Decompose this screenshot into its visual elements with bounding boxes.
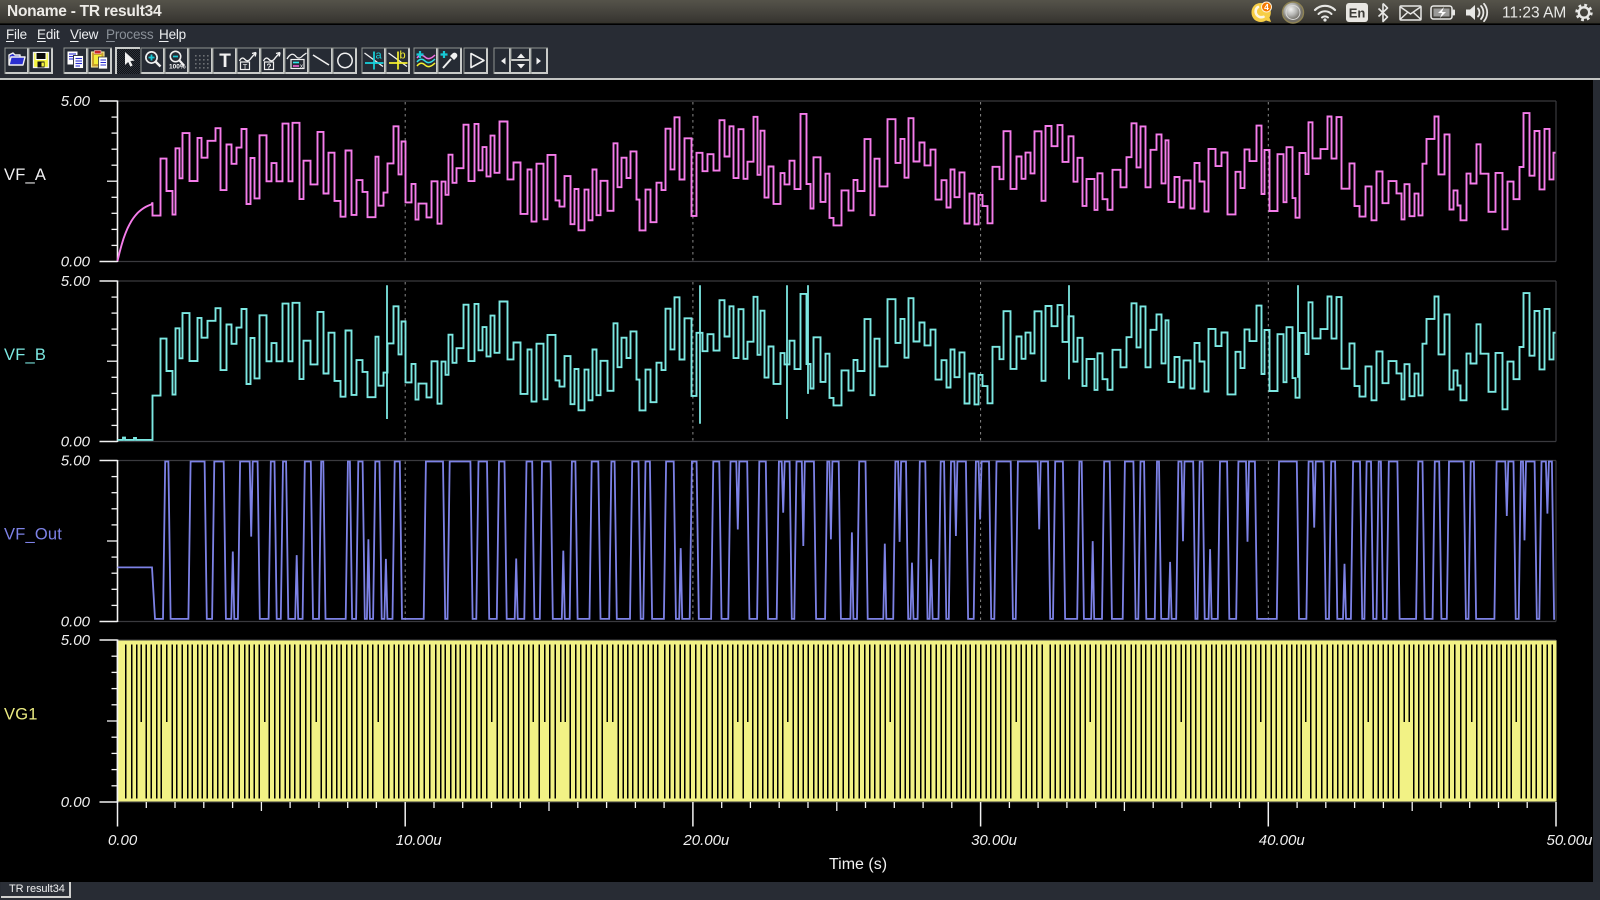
svg-text:5.00: 5.00 bbox=[61, 93, 91, 110]
svg-text:5.00: 5.00 bbox=[61, 453, 91, 470]
svg-text:0.00: 0.00 bbox=[61, 614, 91, 631]
svg-text:100%: 100% bbox=[169, 64, 186, 71]
svg-text:5.00: 5.00 bbox=[61, 632, 91, 649]
svg-text:40.00u: 40.00u bbox=[1259, 832, 1306, 849]
svg-text:T: T bbox=[243, 62, 248, 71]
svg-text:0.00: 0.00 bbox=[61, 794, 91, 811]
svg-text:5.00: 5.00 bbox=[61, 273, 91, 290]
svg-text:0.00: 0.00 bbox=[61, 254, 91, 271]
svg-text:50.00u: 50.00u bbox=[1547, 832, 1594, 849]
svg-text:30.00u: 30.00u bbox=[971, 832, 1018, 849]
svg-text:10.00u: 10.00u bbox=[396, 832, 443, 849]
svg-text:VG1: VG1 bbox=[4, 706, 38, 724]
svg-text:0.00: 0.00 bbox=[61, 434, 91, 451]
svg-text:VF_B: VF_B bbox=[4, 346, 46, 364]
svg-text:T: T bbox=[219, 51, 231, 72]
svg-text:?: ? bbox=[267, 63, 272, 72]
svg-text:x: x bbox=[300, 64, 303, 70]
svg-text:20.00u: 20.00u bbox=[682, 832, 730, 849]
svg-text:Time (s): Time (s) bbox=[829, 856, 887, 873]
svg-text:0.00: 0.00 bbox=[108, 832, 138, 849]
svg-text:b: b bbox=[400, 50, 406, 62]
svg-text:VF_A: VF_A bbox=[4, 166, 46, 184]
svg-text:VF_Out: VF_Out bbox=[4, 526, 62, 544]
svg-text:a: a bbox=[376, 50, 383, 62]
